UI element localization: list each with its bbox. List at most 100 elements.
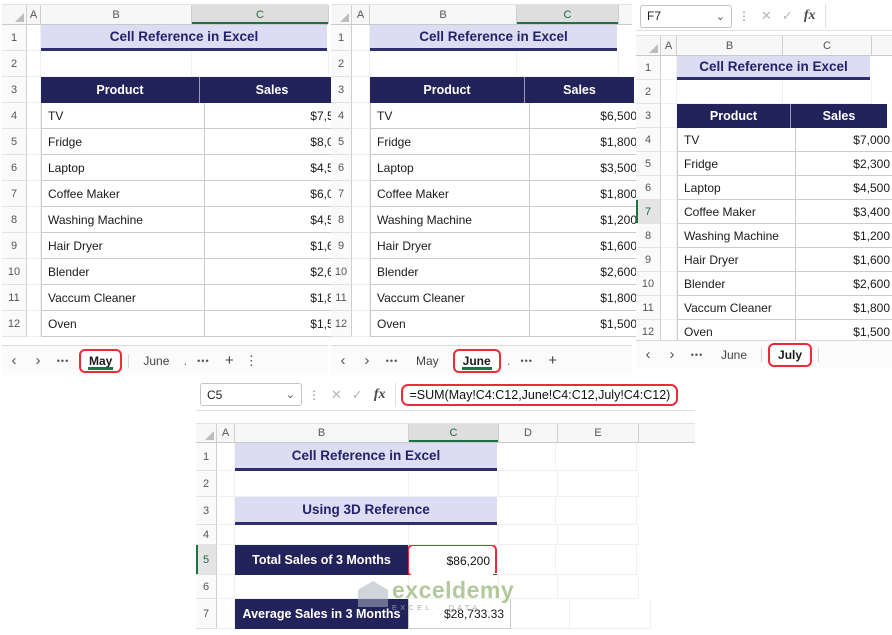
cell-product[interactable]: Laptop [370, 155, 530, 181]
cell-sales[interactable]: $3,400 [796, 200, 892, 224]
empty-cell[interactable] [409, 525, 499, 545]
row-header[interactable]: 5 [331, 129, 352, 155]
empty-cell[interactable] [677, 80, 783, 104]
cell-product[interactable]: Oven [41, 311, 205, 337]
cell-product[interactable]: Fridge [370, 129, 530, 155]
empty-cell[interactable] [352, 103, 370, 129]
empty-cell[interactable] [352, 51, 370, 77]
new-sheet-icon[interactable]: + [540, 352, 566, 369]
sales-header-cell[interactable]: Sales [791, 104, 887, 128]
cell-product[interactable]: Coffee Maker [41, 181, 205, 207]
cell-product[interactable]: Coffee Maker [677, 200, 796, 224]
empty-cell[interactable] [497, 497, 556, 525]
row-header[interactable]: 4 [636, 128, 661, 152]
row-header[interactable]: 2 [331, 51, 352, 77]
empty-cell[interactable] [27, 51, 41, 77]
section-title-cell[interactable]: Using 3D Reference [235, 497, 497, 525]
empty-cell[interactable] [217, 497, 235, 525]
chevron-down-icon[interactable]: ⌄ [716, 10, 725, 23]
col-header-b[interactable]: B [41, 5, 192, 24]
cell-product[interactable]: Vaccum Cleaner [41, 285, 205, 311]
empty-cell[interactable] [558, 525, 639, 545]
col-header-c[interactable]: C [192, 5, 329, 24]
tab-june[interactable]: June [710, 343, 758, 367]
empty-cell[interactable] [661, 248, 677, 272]
sheet-nav-prev-icon[interactable]: ‹ [331, 352, 355, 369]
row-header[interactable]: 8 [331, 207, 352, 233]
col-header-a[interactable]: A [27, 5, 41, 24]
formula-input[interactable] [825, 4, 888, 28]
tab-may[interactable]: May [405, 349, 450, 373]
empty-cell[interactable] [217, 545, 235, 575]
cell-sales[interactable]: $1,800 [530, 181, 644, 207]
cell-product[interactable]: Fridge [677, 152, 796, 176]
row-header[interactable]: 9 [636, 248, 661, 272]
row-header[interactable]: 10 [331, 259, 352, 285]
empty-cell[interactable] [217, 525, 235, 545]
select-all-corner[interactable] [636, 36, 661, 55]
sheet-nav-next-icon[interactable]: › [26, 352, 50, 369]
row-header[interactable]: 2 [196, 471, 217, 497]
cell-sales[interactable]: $1,800 [530, 285, 644, 311]
fx-icon[interactable]: fx [804, 8, 816, 24]
row-header[interactable]: 5 [636, 152, 661, 176]
empty-cell[interactable] [27, 77, 41, 103]
cell-product[interactable]: Laptop [41, 155, 205, 181]
empty-cell[interactable] [235, 471, 409, 497]
row-header[interactable]: 3 [2, 77, 27, 103]
cell-product[interactable]: Vaccum Cleaner [677, 296, 796, 320]
empty-cell[interactable] [192, 51, 329, 77]
empty-cell[interactable] [661, 176, 677, 200]
col-header-c[interactable]: C [517, 5, 619, 24]
empty-cell[interactable] [661, 200, 677, 224]
cell-product[interactable]: Washing Machine [41, 207, 205, 233]
empty-cell[interactable] [352, 233, 370, 259]
cancel-icon[interactable]: ✕ [761, 8, 772, 24]
cell-product[interactable]: Vaccum Cleaner [370, 285, 530, 311]
row-header[interactable]: 1 [331, 25, 352, 51]
row-header[interactable]: 4 [331, 103, 352, 129]
empty-cell[interactable] [27, 103, 41, 129]
product-header-cell[interactable]: Product [370, 77, 525, 103]
cell-sales[interactable]: $2,300 [796, 152, 892, 176]
empty-cell[interactable] [27, 155, 41, 181]
cell-product[interactable]: TV [370, 103, 530, 129]
tab-june[interactable]: June [132, 349, 180, 373]
cell-product[interactable]: Hair Dryer [370, 233, 530, 259]
row-header[interactable]: 3 [196, 497, 217, 525]
cell-a1[interactable] [217, 443, 235, 471]
empty-cell[interactable] [556, 545, 637, 575]
cell-product[interactable]: TV [677, 128, 796, 152]
row-header[interactable]: 3 [331, 77, 352, 103]
empty-cell[interactable] [499, 575, 558, 599]
empty-cell[interactable] [556, 443, 637, 471]
col-header-c[interactable]: C [409, 424, 499, 442]
empty-cell[interactable] [661, 296, 677, 320]
sheet-nav-prev-icon[interactable]: ‹ [2, 352, 26, 369]
empty-cell[interactable] [497, 443, 556, 471]
empty-cell[interactable] [352, 181, 370, 207]
row-header[interactable]: 4 [196, 525, 217, 545]
row-header[interactable]: 11 [331, 285, 352, 311]
row-header[interactable]: 9 [2, 233, 27, 259]
empty-cell[interactable] [27, 311, 41, 337]
cell-product[interactable]: Blender [41, 259, 205, 285]
enter-icon[interactable]: ✓ [352, 387, 363, 403]
empty-cell[interactable] [352, 285, 370, 311]
empty-cell[interactable] [370, 51, 517, 77]
sales-header-cell[interactable]: Sales [200, 77, 344, 103]
sheet-nav-prev-icon[interactable]: ‹ [636, 346, 660, 363]
row-header[interactable]: 1 [636, 56, 661, 80]
empty-cell[interactable] [235, 525, 409, 545]
cancel-icon[interactable]: ✕ [331, 387, 342, 403]
cell-sales[interactable]: $2,600 [796, 272, 892, 296]
total-value-cell-selected[interactable]: $86,200 [408, 545, 497, 575]
row-header[interactable]: 6 [636, 176, 661, 200]
empty-cell[interactable] [27, 233, 41, 259]
select-all-corner[interactable] [331, 5, 352, 24]
sheet-title-cell[interactable]: Cell Reference in Excel [41, 25, 327, 51]
cell-product[interactable]: Laptop [677, 176, 796, 200]
empty-cell[interactable] [661, 152, 677, 176]
sheet-nav-next-icon[interactable]: › [355, 352, 379, 369]
empty-cell[interactable] [558, 471, 639, 497]
